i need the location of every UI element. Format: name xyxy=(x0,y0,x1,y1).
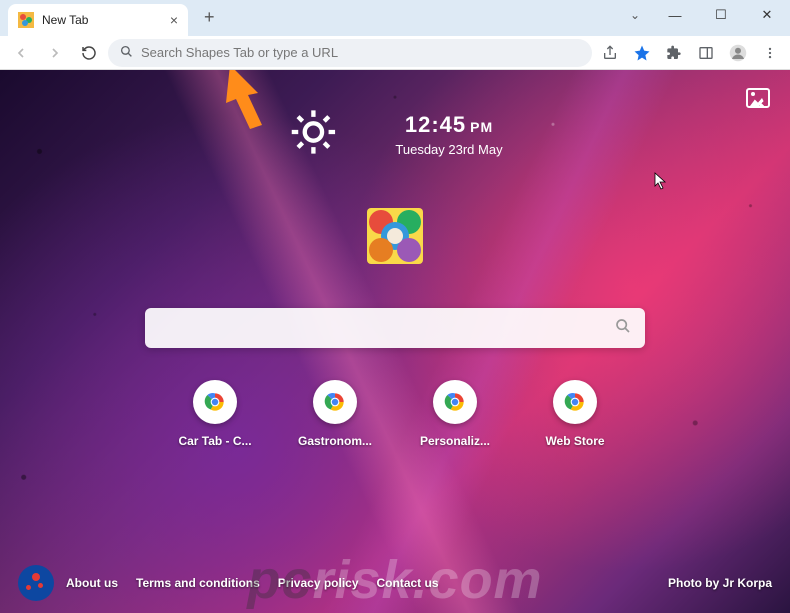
shortcut-label: Car Tab - C... xyxy=(175,434,255,448)
page-content: 12:45PM Tuesday 23rd May xyxy=(0,70,790,613)
shortcut-label: Personaliz... xyxy=(415,434,495,448)
tab-title: New Tab xyxy=(42,13,162,27)
shortcuts-row: Car Tab - C... Gastronom... Personaliz..… xyxy=(175,380,615,448)
chrome-icon xyxy=(433,380,477,424)
shortcut-label: Gastronom... xyxy=(295,434,375,448)
extension-logo xyxy=(367,208,423,264)
shortcut-item[interactable]: Personaliz... xyxy=(415,380,495,448)
photo-credit: Photo by Jr Korpa xyxy=(668,576,772,590)
shortcut-label: Web Store xyxy=(535,434,615,448)
chrome-icon xyxy=(193,380,237,424)
tab-dropdown-icon[interactable]: ⌄ xyxy=(630,8,640,22)
address-bar[interactable]: Search Shapes Tab or type a URL xyxy=(108,39,592,67)
minimize-button[interactable]: — xyxy=(652,0,698,30)
forward-button[interactable] xyxy=(40,39,70,67)
sidepanel-icon[interactable] xyxy=(692,39,720,67)
footer: About us Terms and conditions Privacy po… xyxy=(0,565,790,601)
footer-link-about[interactable]: About us xyxy=(66,576,118,590)
menu-icon[interactable] xyxy=(756,39,784,67)
wallpaper-picker-icon[interactable] xyxy=(746,88,770,108)
clock: 12:45PM Tuesday 23rd May xyxy=(395,112,502,157)
footer-links: About us Terms and conditions Privacy po… xyxy=(66,576,439,590)
search-submit-icon[interactable] xyxy=(615,318,631,339)
tab-favicon xyxy=(18,12,34,28)
share-icon[interactable] xyxy=(596,39,624,67)
window-controls: — ☐ ✕ xyxy=(652,0,790,30)
footer-link-privacy[interactable]: Privacy policy xyxy=(278,576,359,590)
profile-icon[interactable] xyxy=(724,39,752,67)
bookmark-star-icon[interactable] xyxy=(628,39,656,67)
chrome-icon xyxy=(313,380,357,424)
clock-date: Tuesday 23rd May xyxy=(395,142,502,157)
tab-close-icon[interactable]: × xyxy=(170,12,178,28)
close-button[interactable]: ✕ xyxy=(744,0,790,30)
new-tab-button[interactable]: + xyxy=(196,3,223,32)
extensions-icon[interactable] xyxy=(660,39,688,67)
maximize-button[interactable]: ☐ xyxy=(698,0,744,30)
time-value: 12:45 xyxy=(405,112,466,137)
mouse-cursor xyxy=(654,172,668,195)
window-titlebar: New Tab × + ⌄ — ☐ ✕ xyxy=(0,0,790,36)
chrome-icon xyxy=(553,380,597,424)
footer-link-contact[interactable]: Contact us xyxy=(377,576,439,590)
page-search-input[interactable] xyxy=(159,320,615,336)
time-ampm: PM xyxy=(470,119,493,135)
address-placeholder: Search Shapes Tab or type a URL xyxy=(141,45,580,60)
shortcut-item[interactable]: Web Store xyxy=(535,380,615,448)
shortcut-item[interactable]: Gastronom... xyxy=(295,380,375,448)
clock-weather-row: 12:45PM Tuesday 23rd May xyxy=(287,106,502,163)
clock-time: 12:45PM xyxy=(395,112,502,138)
footer-logo-icon xyxy=(18,565,54,601)
sun-icon xyxy=(287,106,339,163)
back-button[interactable] xyxy=(6,39,36,67)
browser-tab[interactable]: New Tab × xyxy=(8,4,188,36)
shortcut-item[interactable]: Car Tab - C... xyxy=(175,380,255,448)
search-icon xyxy=(120,45,133,61)
reload-button[interactable] xyxy=(74,39,104,67)
footer-link-terms[interactable]: Terms and conditions xyxy=(136,576,260,590)
annotation-arrow xyxy=(218,70,278,140)
page-search-box[interactable] xyxy=(145,308,645,348)
browser-toolbar: Search Shapes Tab or type a URL xyxy=(0,36,790,70)
